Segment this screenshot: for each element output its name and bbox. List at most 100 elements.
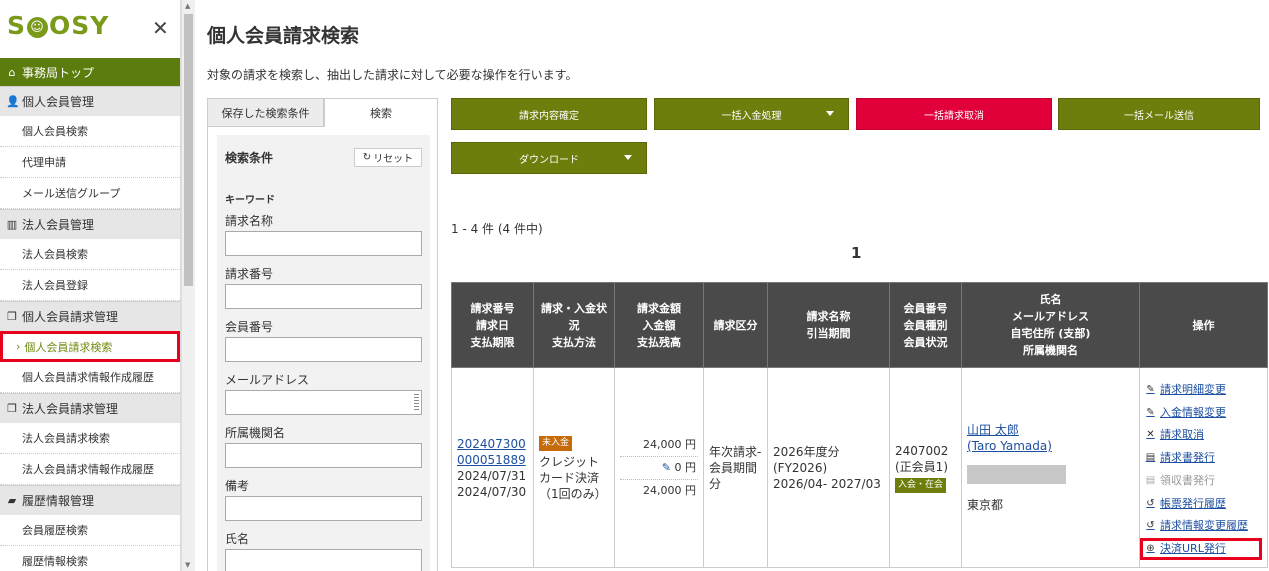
member-name-en: (Taro Yamada)	[967, 439, 1052, 453]
copy-icon: ❐	[7, 310, 17, 323]
logo: S ☺ OSY	[7, 11, 110, 40]
issue-payment-url-link[interactable]: ⊕ 決済URL発行	[1140, 537, 1262, 561]
col-header-person: 氏名 メールアドレス 自宅住所 (支部) 所属機関名	[961, 282, 1140, 368]
sidebar-item-member-history[interactable]: 会員履歴検索	[0, 515, 180, 546]
sidebar-item-corporate-billing-search[interactable]: 法人会員請求検索	[0, 423, 180, 454]
member-number-label: 会員番号	[225, 320, 274, 334]
sidebar-item-individual-billing-search[interactable]: › 個人会員請求検索	[0, 331, 180, 362]
sidebar-scrollbar[interactable]: ▲ ▼	[181, 0, 195, 571]
edit-invoice-detail-link[interactable]: ✎ 請求明細変更	[1145, 379, 1262, 402]
reset-button[interactable]: ↻ リセット	[354, 148, 422, 167]
history-icon: ↺	[1146, 497, 1155, 509]
sidebar-item-label: 法人会員請求検索	[22, 432, 110, 445]
button-label: 一括入金処理	[721, 110, 782, 122]
payment-method: （1回のみ）	[539, 487, 607, 501]
chevron-right-icon: ›	[16, 340, 21, 353]
sidebar-group-corporate[interactable]: ▥ 法人会員管理	[0, 209, 180, 239]
amount-billed: 24,000 円	[620, 434, 698, 457]
member-name-link[interactable]: 山田 太郎 (Taro Yamada)	[967, 422, 1134, 454]
sidebar-item-corporate-billing-history[interactable]: 法人会員請求情報作成履歴	[0, 454, 180, 485]
redacted-email	[967, 465, 1066, 484]
download-button[interactable]: ダウンロード	[451, 142, 647, 174]
copy-icon: ❐	[7, 402, 17, 415]
sidebar-item-corporate-search[interactable]: 法人会員検索	[0, 239, 180, 270]
button-label: 一括メール送信	[1124, 110, 1194, 122]
invoice-number-part: 000051889	[457, 452, 526, 467]
sidebar-item-proxy-apply[interactable]: 代理申請	[0, 147, 180, 178]
payment-method: カード決済	[539, 471, 600, 485]
tab-saved-conditions[interactable]: 保存した検索条件	[207, 98, 324, 127]
invoice-number-link[interactable]: 202407300 000051889	[457, 436, 528, 468]
op-label: 請求取消	[1160, 428, 1204, 442]
main-content: 個人会員請求検索 対象の請求を検索し、抽出した請求に対して必要な操作を行います。…	[195, 0, 1269, 571]
table-header-row: 請求番号 請求日 支払期限 請求・入金状況 支払方法 請求金額 入金額 支払残高…	[451, 282, 1268, 368]
sidebar-item-history-search[interactable]: 履歴情報検索	[0, 546, 180, 571]
scrollbar-thumb[interactable]	[184, 14, 193, 286]
sidebar-group-label: 個人会員管理	[22, 95, 95, 109]
header-label: 請求名称 引当期間	[806, 310, 851, 340]
pencil-icon: ✎	[1146, 384, 1155, 396]
bulk-cancel-button[interactable]: 一括請求取消	[856, 98, 1052, 130]
invoice-change-history-link[interactable]: ↺ 請求情報変更履歴	[1145, 515, 1262, 538]
remarks-input[interactable]	[225, 496, 422, 521]
member-number-input[interactable]	[225, 337, 422, 362]
button-label: ダウンロード	[519, 154, 579, 166]
organization-input[interactable]	[225, 443, 422, 468]
amount-paid-row: ✎ 0 円	[620, 457, 698, 480]
address: 東京都	[967, 498, 1004, 512]
history-icon: ↺	[1146, 520, 1155, 532]
scroll-down-icon[interactable]: ▼	[185, 561, 190, 569]
edit-payment-link[interactable]: ✎ 入金情報変更	[1145, 401, 1262, 424]
invoice-number-input[interactable]	[225, 284, 422, 309]
cancel-invoice-link[interactable]: ✕ 請求取消	[1145, 424, 1262, 447]
document-icon: ▤	[1145, 452, 1156, 464]
member-number: 2407002	[895, 443, 949, 458]
caret-down-icon	[826, 111, 834, 116]
email-textarea[interactable]	[225, 390, 422, 415]
sidebar-item-corporate-register[interactable]: 法人会員登録	[0, 270, 180, 301]
full-name-input[interactable]	[225, 549, 422, 571]
cell-amount: 24,000 円 ✎ 0 円 24,000 円	[614, 367, 704, 568]
sidebar-item-label: 代理申請	[22, 156, 66, 169]
bulk-payment-button[interactable]: 一括入金処理	[654, 98, 849, 130]
sidebar-item-office-top[interactable]: ⌂ 事務局トップ	[0, 58, 180, 86]
issue-invoice-link[interactable]: ▤ 請求書発行	[1145, 447, 1262, 470]
invoice-name-input[interactable]	[225, 231, 422, 256]
table-row: 202407300 000051889 2024/07/31 2024/07/3…	[451, 367, 1268, 568]
scroll-up-icon[interactable]: ▲	[185, 2, 190, 10]
globe-icon: ⊕	[1146, 542, 1155, 554]
resize-handle[interactable]	[414, 394, 419, 412]
header-label: 請求金額 入金額 支払残高	[637, 301, 681, 349]
cell-status: 未入金 クレジット カード決済 （1回のみ）	[533, 367, 615, 568]
sidebar-group-label: 法人会員管理	[22, 218, 95, 232]
sidebar-group-individual-billing[interactable]: ❐ 個人会員請求管理	[0, 301, 180, 331]
cell-operations: ✎ 請求明細変更 ✎ 入金情報変更 ✕ 請求取消 ▤ 請求書発行 ▤ 領収書発行 ↺ 帳票発…	[1139, 367, 1268, 568]
tab-search[interactable]: 検索	[324, 98, 438, 127]
sidebar-group-history[interactable]: ▰ 履歴情報管理	[0, 485, 180, 515]
member-status-badge: 入会・在会	[895, 477, 947, 493]
sidebar-item-label: 法人会員請求情報作成履歴	[22, 463, 154, 476]
header-label: 操作	[1192, 318, 1215, 332]
op-label: 入金情報変更	[1160, 405, 1226, 419]
pencil-icon[interactable]: ✎	[662, 461, 671, 474]
col-header-amount: 請求金額 入金額 支払残高	[614, 282, 704, 368]
sidebar-item-individual-billing-history[interactable]: 個人会員請求情報作成履歴	[0, 362, 180, 393]
pagination-current-page[interactable]: 1	[851, 244, 861, 262]
form-history-link[interactable]: ↺ 帳票発行履歴	[1145, 492, 1262, 515]
sidebar-group-label: 法人会員請求管理	[22, 402, 119, 416]
sidebar-item-label: 会員履歴検索	[22, 524, 88, 537]
header-label: 氏名 メールアドレス 自宅住所 (支部) 所属機関名	[1010, 293, 1091, 357]
col-header-category: 請求区分	[703, 282, 768, 368]
sidebar-item-individual-search[interactable]: 個人会員検索	[0, 116, 180, 147]
search-conditions-box: 検索条件 ↻ リセット キーワード 請求名称 請求番号 会員番号 メールアドレス…	[217, 135, 430, 571]
logo-row: S ☺ OSY ✕	[0, 0, 180, 58]
sidebar-group-individual[interactable]: 👤 個人会員管理	[0, 86, 180, 116]
unpaid-badge: 未入金	[539, 436, 573, 451]
close-icon[interactable]: ✕	[152, 18, 169, 38]
cell-member: 2407002 (正会員1) 入会・在会	[889, 367, 962, 568]
bulk-mail-button[interactable]: 一括メール送信	[1058, 98, 1260, 130]
sidebar-group-corporate-billing[interactable]: ❐ 法人会員請求管理	[0, 393, 180, 423]
sidebar-item-mail-group[interactable]: メール送信グループ	[0, 178, 180, 209]
close-icon: ✕	[1146, 429, 1155, 441]
confirm-invoice-button[interactable]: 請求内容確定	[451, 98, 647, 130]
